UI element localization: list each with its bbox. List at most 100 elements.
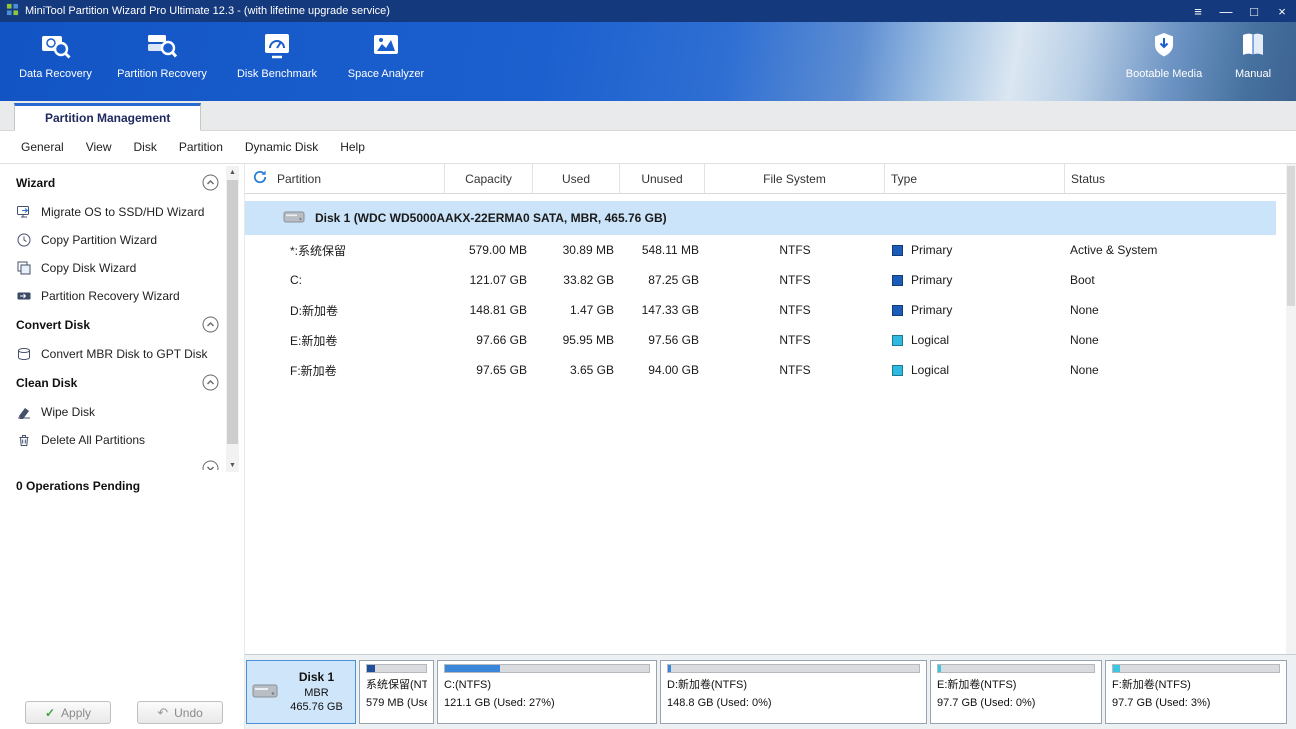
partition-row[interactable]: D:新加卷 148.81 GB 1.47 GB 147.33 GB NTFS P… [245, 295, 1286, 325]
sidebar-item-delete-all-partitions[interactable]: Delete All Partitions [16, 426, 226, 454]
type-cell: Primary [885, 295, 1065, 325]
manual-icon [1238, 31, 1268, 61]
disk-map: Disk 1 MBR 465.76 GB 系统保留(NTI 579 MB (Us… [245, 654, 1296, 729]
minimize-button[interactable]: — [1212, 0, 1240, 22]
column-header-status[interactable]: Status [1065, 164, 1286, 193]
refresh-icon[interactable] [252, 169, 268, 188]
window-title: MiniTool Partition Wizard Pro Ultimate 1… [25, 5, 390, 17]
usage-bar-fill [668, 665, 671, 672]
used-cell: 30.89 MB [533, 235, 620, 265]
menu-disk[interactable]: Disk [123, 135, 168, 159]
disk-map-disk-info[interactable]: Disk 1 MBR 465.76 GB [246, 660, 356, 724]
used-cell: 1.47 GB [533, 295, 620, 325]
bootable-media-button[interactable]: Bootable Media [1108, 31, 1220, 101]
file-system-cell: NTFS [705, 265, 885, 295]
capacity-cell: 97.65 GB [445, 355, 533, 385]
action-buttons: ✓ Apply ↶ Undo [25, 701, 223, 724]
disk-map-partition-e[interactable]: E:新加卷(NTFS) 97.7 GB (Used: 0%) [930, 660, 1102, 724]
chevron-up-circle-icon[interactable] [202, 374, 219, 394]
disk-map-partition-c[interactable]: C:(NTFS) 121.1 GB (Used: 27%) [437, 660, 657, 724]
partition-block-size: 121.1 GB (Used: 27%) [444, 695, 650, 713]
type-cell: Primary [885, 265, 1065, 295]
apply-button[interactable]: ✓ Apply [25, 701, 111, 724]
manual-button[interactable]: Manual [1220, 31, 1286, 101]
app-window: MiniTool Partition Wizard Pro Ultimate 1… [0, 0, 1296, 729]
partition-row[interactable]: E:新加卷 97.66 GB 95.95 MB 97.56 GB NTFS Lo… [245, 325, 1286, 355]
bootable-media-icon [1150, 31, 1178, 61]
sidebar-item-label: Wipe Disk [41, 405, 95, 419]
chevron-up-circle-icon[interactable] [202, 174, 219, 194]
sidebar-item-wipe-disk[interactable]: Wipe Disk [16, 398, 226, 426]
space-analyzer-button[interactable]: Space Analyzer [333, 31, 439, 101]
app-logo-icon [6, 3, 19, 19]
status-cell: Active & System [1065, 235, 1286, 265]
sidebar-scrollbar[interactable]: ▲ ▼ [226, 166, 239, 472]
partition-recovery-button[interactable]: Partition Recovery [103, 31, 221, 101]
sidebar-item-copy-disk[interactable]: Copy Disk Wizard [16, 254, 226, 282]
sidebar-item-label: Copy Partition Wizard [41, 233, 157, 247]
sidebar-section-clean-disk[interactable]: Clean Disk [16, 368, 226, 398]
partition-block-size: 97.7 GB (Used: 3%) [1112, 695, 1280, 713]
check-icon: ✓ [45, 706, 55, 720]
chevron-up-circle-icon[interactable] [202, 316, 219, 336]
sidebar: Wizard Migrate OS to SSD/HD Wizard Copy [0, 164, 245, 729]
type-color-square [892, 335, 903, 346]
column-header-file-system[interactable]: File System [705, 164, 885, 193]
apply-label: Apply [61, 706, 91, 720]
menu-general[interactable]: General [10, 135, 75, 159]
scroll-down-icon[interactable]: ▼ [226, 459, 239, 472]
sidebar-item-partition-recovery-wizard[interactable]: Partition Recovery Wizard [16, 282, 226, 310]
scrollbar-thumb[interactable] [227, 180, 238, 444]
disk-benchmark-button[interactable]: Disk Benchmark [221, 31, 333, 101]
chevron-down-circle-icon[interactable] [202, 460, 219, 470]
maximize-button[interactable]: □ [1240, 0, 1268, 22]
type-color-square [892, 365, 903, 376]
close-button[interactable]: × [1268, 0, 1296, 22]
capacity-cell: 148.81 GB [445, 295, 533, 325]
disk-map-partition-f[interactable]: F:新加卷(NTFS) 97.7 GB (Used: 3%) [1105, 660, 1287, 724]
menu-view[interactable]: View [75, 135, 123, 159]
usage-bar-fill [367, 665, 375, 672]
tab-partition-management[interactable]: Partition Management [14, 103, 201, 131]
file-system-cell: NTFS [705, 355, 885, 385]
partition-row[interactable]: C: 121.07 GB 33.82 GB 87.25 GB NTFS Prim… [245, 265, 1286, 295]
copy-partition-icon [16, 232, 32, 248]
operations-pending-label: 0 Operations Pending [16, 479, 140, 493]
usage-bar [1112, 664, 1280, 673]
column-header-partition[interactable]: Partition [245, 164, 445, 193]
sidebar-item-copy-partition[interactable]: Copy Partition Wizard [16, 226, 226, 254]
partition-row[interactable]: F:新加卷 97.65 GB 3.65 GB 94.00 GB NTFS Log… [245, 355, 1286, 385]
disk-group-row[interactable]: Disk 1 (WDC WD5000AAKX-22ERMA0 SATA, MBR… [245, 201, 1276, 235]
scrollbar-thumb[interactable] [1287, 166, 1295, 306]
column-header-type[interactable]: Type [885, 164, 1065, 193]
partition-name: D:新加卷 [245, 295, 445, 325]
sidebar-item-label: Convert MBR Disk to GPT Disk [41, 347, 207, 361]
menu-help[interactable]: Help [329, 135, 376, 159]
sidebar-section-partial[interactable] [16, 454, 226, 470]
file-system-cell: NTFS [705, 325, 885, 355]
sidebar-item-convert-mbr-gpt[interactable]: Convert MBR Disk to GPT Disk [16, 340, 226, 368]
sidebar-section-convert-disk[interactable]: Convert Disk [16, 310, 226, 340]
disk-scheme: MBR [304, 686, 328, 700]
unused-cell: 548.11 MB [620, 235, 705, 265]
column-header-unused[interactable]: Unused [620, 164, 705, 193]
scroll-up-icon[interactable]: ▲ [226, 166, 239, 179]
column-header-used[interactable]: Used [533, 164, 620, 193]
menu-icon[interactable]: ≡ [1184, 0, 1212, 22]
undo-button[interactable]: ↶ Undo [137, 701, 223, 724]
column-header-capacity[interactable]: Capacity [445, 164, 533, 193]
disk-map-partition-d[interactable]: D:新加卷(NTFS) 148.8 GB (Used: 0%) [660, 660, 927, 724]
sidebar-item-migrate-os[interactable]: Migrate OS to SSD/HD Wizard [16, 198, 226, 226]
undo-label: Undo [174, 706, 203, 720]
file-system-cell: NTFS [705, 295, 885, 325]
disk-map-partition-system-reserved[interactable]: 系统保留(NTI 579 MB (Used [359, 660, 434, 724]
menu-dynamic-disk[interactable]: Dynamic Disk [234, 135, 329, 159]
table-scrollbar[interactable] [1286, 164, 1296, 654]
usage-bar [444, 664, 650, 673]
capacity-cell: 97.66 GB [445, 325, 533, 355]
menu-partition[interactable]: Partition [168, 135, 234, 159]
sidebar-section-wizard[interactable]: Wizard [16, 168, 226, 198]
partition-row[interactable]: *:系统保留 579.00 MB 30.89 MB 548.11 MB NTFS… [245, 235, 1286, 265]
type-color-square [892, 305, 903, 316]
data-recovery-button[interactable]: Data Recovery [8, 31, 103, 101]
